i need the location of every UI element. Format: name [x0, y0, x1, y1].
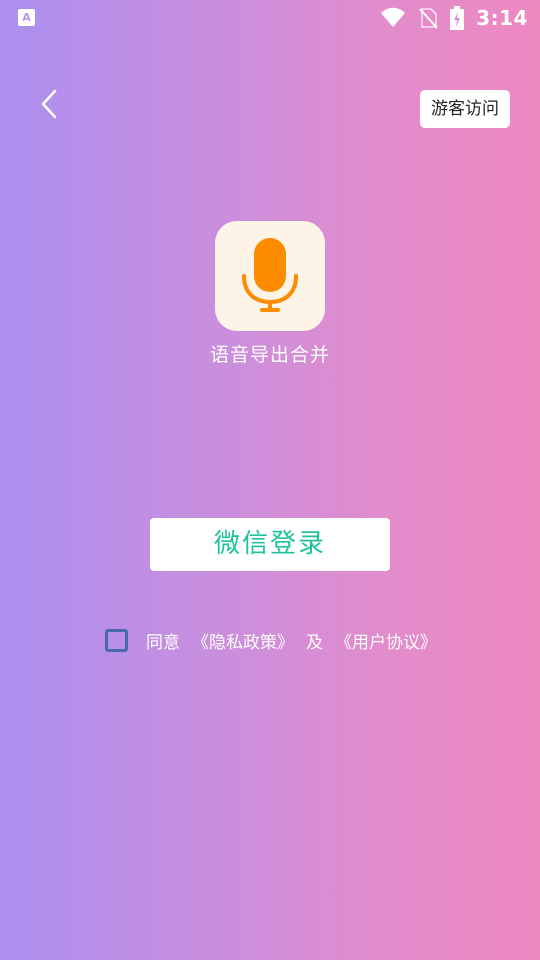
microphone-icon — [242, 238, 298, 312]
and-label: 及 — [306, 632, 323, 653]
back-button[interactable] — [32, 86, 66, 122]
accessibility-icon: A — [18, 9, 35, 26]
status-time: 3:14 — [476, 6, 528, 30]
no-sim-icon — [418, 7, 438, 29]
agreement-text: 同意 《隐私政策》及《用户协议》 — [146, 628, 437, 653]
wechat-login-button[interactable]: 微信登录 — [150, 518, 390, 571]
privacy-policy-link[interactable]: 《隐私政策》 — [192, 633, 294, 653]
app-logo — [215, 221, 325, 331]
agree-checkbox[interactable] — [105, 628, 128, 652]
app-name: 语音导出合并 — [209, 344, 330, 366]
agreement-row: 同意 《隐私政策》及《用户协议》 — [105, 626, 437, 654]
status-icons: 3:14 — [380, 4, 528, 32]
user-agreement-link[interactable]: 《用户协议》 — [335, 633, 437, 653]
status-bar: A 3:14 — [0, 0, 540, 36]
agree-label: 同意 — [146, 632, 180, 653]
chevron-left-icon — [41, 89, 57, 119]
wifi-icon — [380, 7, 406, 29]
guest-access-button[interactable]: 游客访问 — [420, 90, 510, 128]
battery-charging-icon — [450, 6, 465, 30]
